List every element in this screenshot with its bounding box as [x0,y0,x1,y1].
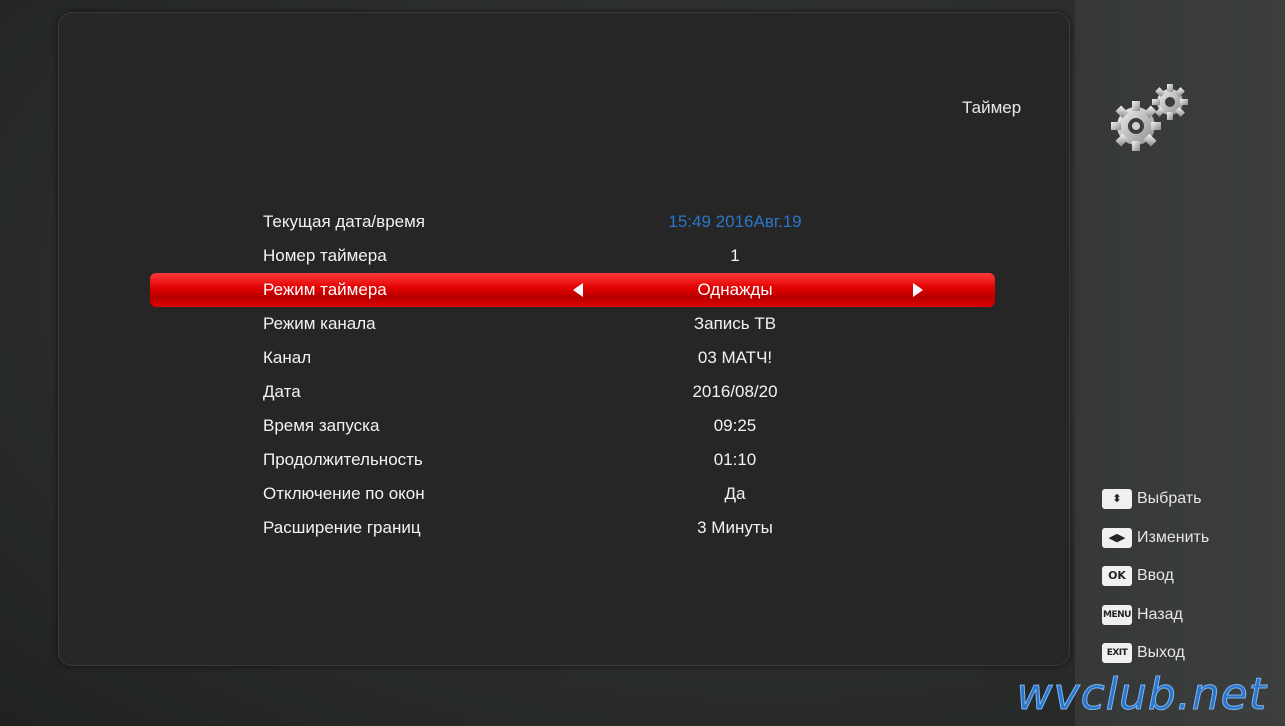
page-title: Таймер [962,98,1022,117]
timer-mode-value: Однажды [697,280,773,299]
help-label: Ввод [1137,567,1174,585]
channel-mode-row[interactable]: Режим канала Запись ТВ [150,307,995,341]
help-change: ◀▶ Изменить [1102,519,1209,558]
start-time-row[interactable]: Время запуска 09:25 [150,409,995,443]
row-label: Расширение границ [263,518,421,537]
channel-mode-value: Запись ТВ [693,314,777,333]
current-datetime-value: 15:49 2016Авг.19 [668,212,802,231]
row-label: Продолжительность [263,450,423,469]
left-arrow-icon[interactable] [573,283,583,297]
menu-key-icon: MENU [1102,604,1132,625]
shutdown-row[interactable]: Отключение по окон Да [150,477,995,511]
up-down-key-icon: ⬍ [1102,489,1132,510]
help-label: Выбрать [1137,490,1202,508]
row-label: Текущая дата/время [263,212,425,231]
border-extension-value: 3 Минуты [697,518,773,537]
help-label: Выход [1137,644,1185,662]
row-label: Режим таймера [263,280,387,299]
duration-row[interactable]: Продолжительность 01:10 [150,443,995,477]
help-legend: ⬍ Выбрать ◀▶ Изменить OK Ввод MENU Назад… [1102,480,1209,673]
duration-value: 01:10 [713,450,757,469]
help-label: Изменить [1137,528,1210,546]
shutdown-value: Да [724,484,746,503]
start-time-value: 09:25 [713,416,757,435]
gears-icon [1111,84,1188,151]
help-back: MENU Назад [1102,596,1209,635]
help-select: ⬍ Выбрать [1102,480,1209,519]
row-label: Канал [263,348,312,367]
date-row[interactable]: Дата 2016/08/20 [150,375,995,409]
border-extension-row[interactable]: Расширение границ 3 Минуты [150,511,995,545]
timer-mode-row[interactable]: Режим таймера Однажды [150,273,995,307]
timer-number-row[interactable]: Номер таймера 1 [150,239,995,273]
help-exit: EXIT Выход [1102,634,1209,673]
exit-key-icon: EXIT [1102,643,1132,664]
channel-value: 03 МАТЧ! [697,348,773,367]
row-label: Время запуска [263,416,380,435]
row-label: Номер таймера [263,246,387,265]
watermark: wvclub.net [1016,669,1267,721]
row-label: Дата [263,382,301,401]
row-label: Режим канала [263,314,376,333]
right-arrow-icon[interactable] [913,283,923,297]
left-right-key-icon: ◀▶ [1102,527,1132,548]
help-enter: OK Ввод [1102,557,1209,596]
ok-key-icon: OK [1102,566,1132,587]
row-label: Отключение по окон [263,484,425,503]
timer-settings-list: Текущая дата/время 15:49 2016Авг.19 Номе… [150,205,995,545]
help-label: Назад [1137,605,1183,623]
timer-number-value: 1 [730,246,740,265]
channel-row[interactable]: Канал 03 МАТЧ! [150,341,995,375]
date-value: 2016/08/20 [692,382,778,401]
current-datetime-row: Текущая дата/время 15:49 2016Авг.19 [150,205,995,239]
